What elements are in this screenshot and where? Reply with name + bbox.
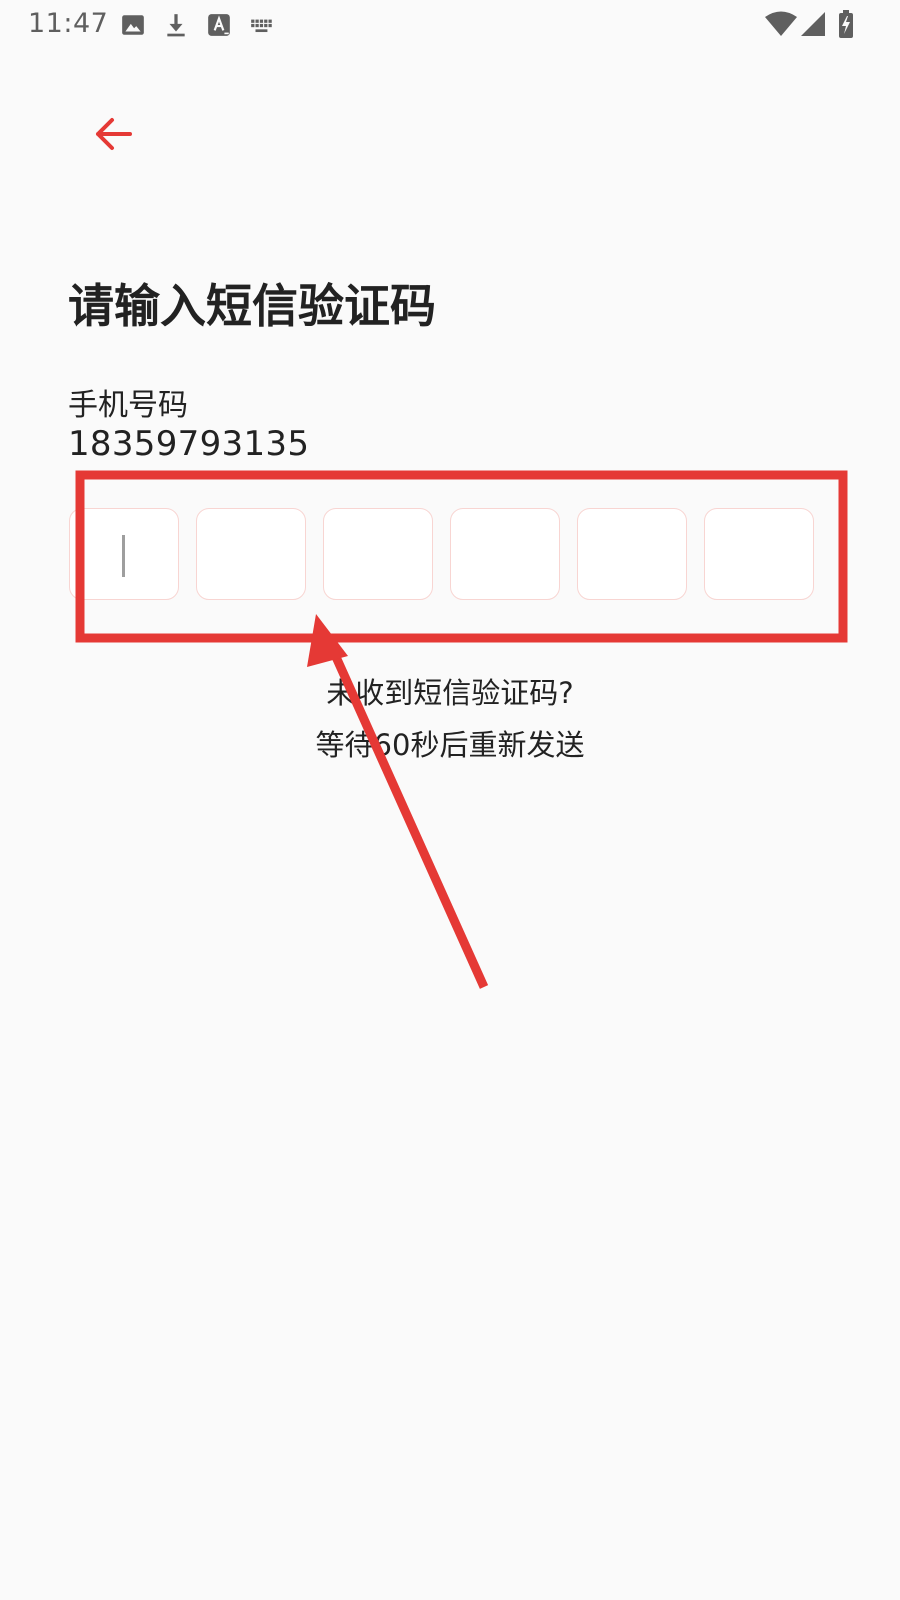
code-box-6[interactable] — [704, 508, 814, 600]
arrow-left-icon — [92, 112, 136, 160]
status-time: 11:47 — [28, 8, 109, 39]
code-box-2[interactable] — [196, 508, 306, 600]
text-cursor — [122, 535, 125, 577]
no-code-received-text: 未收到短信验证码? — [326, 676, 574, 710]
annotation-overlay — [75, 470, 848, 989]
download-icon — [163, 12, 189, 38]
keyboard-icon — [249, 12, 275, 38]
resend-countdown-text[interactable]: 等待60秒后重新发送 — [0, 722, 900, 764]
phone-number: 18359793135 — [68, 424, 310, 464]
verification-code-input[interactable] — [69, 508, 831, 602]
cell-signal-icon — [800, 10, 826, 42]
wifi-icon — [764, 10, 798, 42]
image-icon — [120, 12, 146, 38]
phone-label: 手机号码 — [68, 388, 188, 423]
text-a-icon — [206, 12, 232, 38]
code-box-3[interactable] — [323, 508, 433, 600]
page-title: 请输入短信验证码 — [68, 279, 436, 333]
status-bar: 11:47 — [0, 0, 900, 50]
back-button[interactable] — [84, 106, 144, 166]
code-box-4[interactable] — [450, 508, 560, 600]
code-box-5[interactable] — [577, 508, 687, 600]
battery-charging-icon — [838, 10, 854, 42]
